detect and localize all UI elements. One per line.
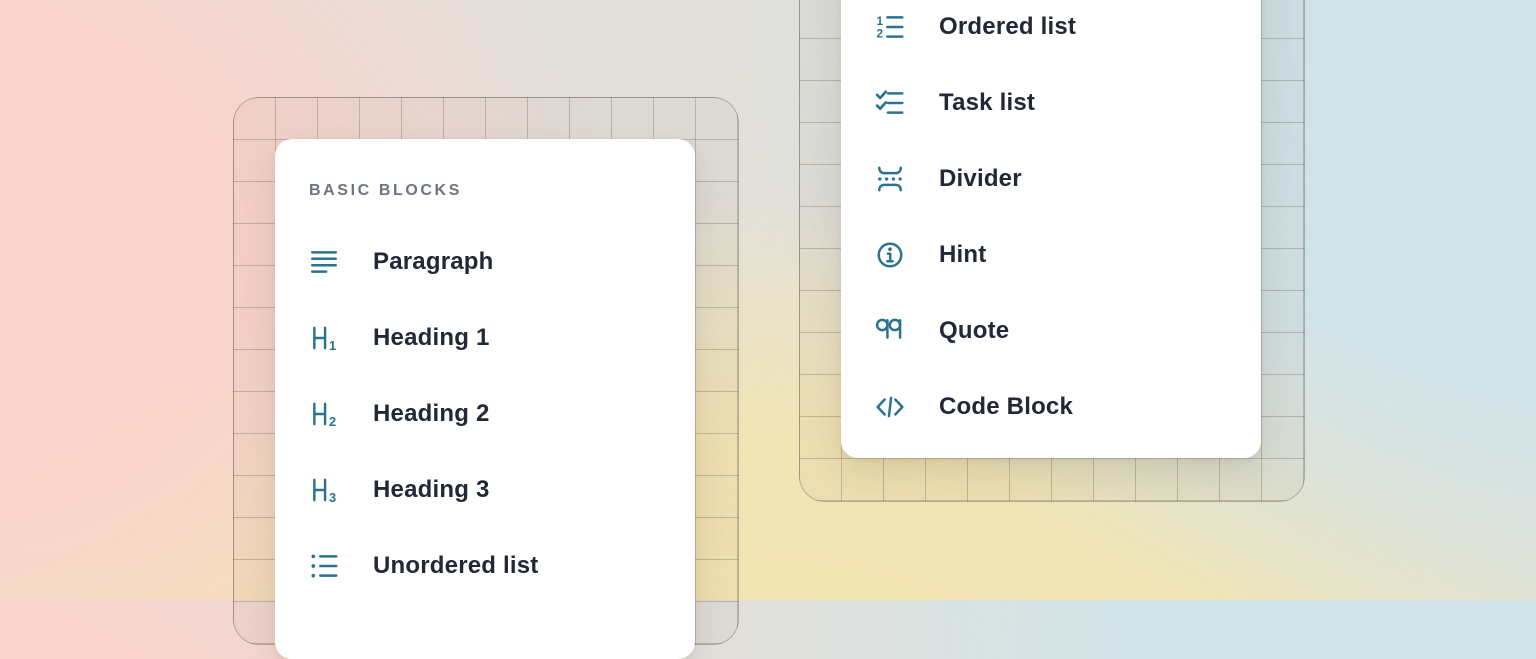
menu-item-label: Unordered list [373,552,539,580]
svg-text:2: 2 [329,414,336,429]
menu-item-paragraph[interactable]: Paragraph [309,224,695,300]
svg-text:3: 3 [329,490,336,505]
unordered-list-icon [309,551,339,581]
ordered-list-icon: 1 2 [875,12,905,42]
menu-item-heading-2[interactable]: 2 Heading 2 [309,376,695,452]
section-label: BASIC BLOCKS [309,181,695,201]
menu-item-label: Quote [939,317,1009,345]
menu-item-label: Divider [939,165,1022,193]
menu-item-code-block[interactable]: Code Block [875,369,1261,445]
menu-item-divider[interactable]: Divider [875,141,1261,217]
menu-item-label: Paragraph [373,248,494,276]
code-block-icon [875,392,905,422]
paragraph-icon [309,247,339,277]
svg-text:2: 2 [877,28,884,41]
menu-item-quote[interactable]: Quote [875,293,1261,369]
blocks-list: 1 2 Ordered list Task list [875,0,1261,445]
menu-item-unordered-list[interactable]: Unordered list [309,528,695,604]
heading-3-icon: 3 [309,475,339,505]
quote-icon [875,316,905,346]
menu-item-label: Code Block [939,393,1073,421]
heading-2-icon: 2 [309,399,339,429]
blocks-menu-continued: 1 2 Ordered list Task list [841,0,1261,458]
menu-item-label: Task list [939,89,1035,117]
basic-blocks-list: Paragraph 1 Heading 1 2 Heading 2 [309,224,695,604]
menu-item-heading-3[interactable]: 3 Heading 3 [309,452,695,528]
menu-item-hint[interactable]: Hint [875,217,1261,293]
menu-item-task-list[interactable]: Task list [875,65,1261,141]
heading-1-icon: 1 [309,323,339,353]
svg-text:1: 1 [329,338,336,353]
basic-blocks-menu: BASIC BLOCKS Paragraph 1 Heading 1 [275,139,695,659]
menu-item-label: Heading 2 [373,400,490,428]
menu-item-label: Heading 3 [373,476,490,504]
divider-icon [875,164,905,194]
menu-item-label: Heading 1 [373,324,490,352]
menu-item-label: Hint [939,241,986,269]
menu-item-heading-1[interactable]: 1 Heading 1 [309,300,695,376]
menu-item-label: Ordered list [939,13,1076,41]
task-list-icon [875,88,905,118]
menu-item-ordered-list[interactable]: 1 2 Ordered list [875,0,1261,65]
svg-text:1: 1 [877,15,884,28]
hint-icon [875,240,905,270]
